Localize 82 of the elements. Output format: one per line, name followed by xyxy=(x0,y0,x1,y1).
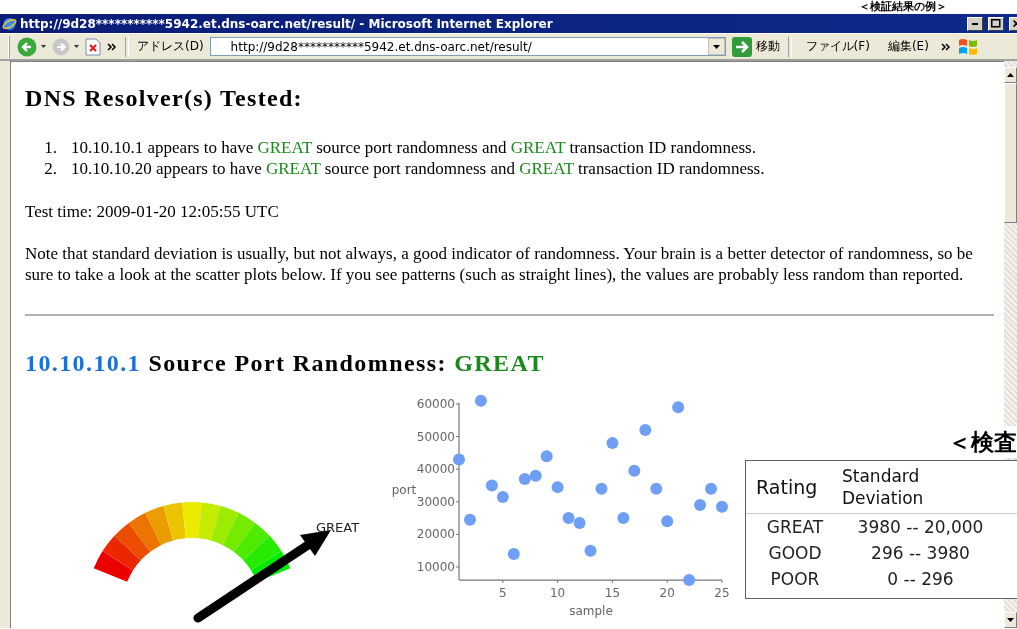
chevron-icon xyxy=(107,42,117,51)
data-point xyxy=(485,479,498,492)
data-point xyxy=(595,482,608,495)
axis-title: sample xyxy=(569,604,613,618)
data-point xyxy=(474,394,487,407)
data-point xyxy=(507,547,520,560)
caret-icon xyxy=(712,44,720,49)
caret-icon xyxy=(1007,618,1014,622)
column-header: Standard Deviation xyxy=(842,465,925,509)
data-point xyxy=(529,469,542,482)
data-point xyxy=(683,574,696,587)
table-cell-text: GREAT xyxy=(765,516,825,539)
data-point xyxy=(716,500,728,513)
table-cell-text: 0 -- 296 xyxy=(886,568,955,591)
data-point xyxy=(540,450,553,463)
minimize-icon xyxy=(972,22,978,25)
window-title: http://9d28***********5942.et.dns-oarc.net/result/ - Microsoft Internet Explorer xyxy=(20,16,554,31)
data-point xyxy=(705,482,718,495)
scroll-up-button[interactable] xyxy=(1004,67,1017,83)
axis-tick-label: 40000 xyxy=(416,462,455,477)
result-text: 10.10.10.20 appears to have GREAT source port randomness and GREAT transaction ID randomness. xyxy=(71,158,765,179)
axis-tick-label: 20000 xyxy=(416,527,455,542)
data-point xyxy=(639,424,652,437)
data-point xyxy=(672,401,685,414)
address-field[interactable]: http://9d28***********5942.et.dns-oarc.net/result/ xyxy=(209,37,726,56)
maximize-icon xyxy=(991,19,1001,28)
list-number: 2. xyxy=(43,158,57,179)
stop-icon xyxy=(85,37,101,56)
table-cell-text: 296 -- 3980 xyxy=(870,542,971,565)
address-label: アドレス(D) xyxy=(137,38,204,55)
axis-tick-label: 50000 xyxy=(416,429,455,444)
axis-title: port xyxy=(391,483,417,497)
list-number: 1. xyxy=(43,137,57,158)
dropdown-button[interactable] xyxy=(707,38,725,55)
page-heading: DNS Resolver(s) Tested: xyxy=(25,84,304,112)
back-button[interactable] xyxy=(17,36,46,57)
chevron-icon xyxy=(940,42,951,51)
data-point xyxy=(617,512,630,525)
data-point xyxy=(661,515,674,528)
table-cell-text: 3980 -- 20,000 xyxy=(856,516,985,539)
column-header: Rating xyxy=(756,476,819,498)
result-text: 10.10.10.1 appears to have GREAT source port randomness and GREAT transaction ID randomness. xyxy=(71,137,756,158)
axis-tick-label: 20 xyxy=(659,586,675,601)
go-button[interactable]: 移動 xyxy=(731,36,780,57)
data-point xyxy=(551,481,564,494)
table-cell-text: POOR xyxy=(769,568,821,591)
arrow-right-icon xyxy=(731,36,752,57)
data-point xyxy=(496,490,509,503)
axis-tick-label: 60000 xyxy=(416,397,455,411)
axis-tick-label: 25 xyxy=(714,586,730,601)
scroll-down-button[interactable] xyxy=(1004,612,1017,628)
note-paragraph: Note that standard deviation is usually, but not always, a good indicator of randomness. Your brain is a better detector of randomness, so be sure to take a look at the scatter plots below. If you see patterns (such as straight lines), the values are probably less random than reported. xyxy=(25,243,974,285)
section-heading: 10.10.10.1 Source Port Randomness: GREAT xyxy=(25,349,546,377)
browser-icon xyxy=(2,16,17,31)
data-point xyxy=(463,513,476,526)
annotation-text: ＜検証結果の例＞ xyxy=(859,0,947,14)
caret-icon xyxy=(41,44,46,49)
axis-tick-label: 10000 xyxy=(416,560,455,574)
menu-item[interactable]: 編集(E) xyxy=(881,38,935,55)
table-cell-text: GOOD xyxy=(767,542,823,565)
axis-tick-label: 30000 xyxy=(416,494,455,509)
data-point xyxy=(562,512,575,525)
menu-item[interactable]: ファイル(F) xyxy=(799,38,876,55)
axis-tick-label: 5 xyxy=(499,586,507,601)
scroll-thumb[interactable] xyxy=(1004,83,1017,223)
maximize-button[interactable] xyxy=(988,16,1004,31)
data-point xyxy=(584,544,597,557)
gauge-label: GREAT xyxy=(316,520,360,535)
data-point xyxy=(628,464,641,477)
data-point xyxy=(573,517,586,529)
data-point xyxy=(518,473,531,485)
caret-icon xyxy=(74,44,79,49)
test-time: Test time: 2009-01-20 12:05:55 UTC xyxy=(25,201,280,222)
axis-tick-label: 15 xyxy=(604,586,621,601)
caret-icon xyxy=(1007,73,1014,77)
data-point xyxy=(606,437,619,450)
axis-tick-label: 10 xyxy=(550,586,566,601)
data-point xyxy=(453,453,465,466)
minimize-button[interactable] xyxy=(967,16,983,31)
stop-button[interactable] xyxy=(85,37,101,56)
data-point xyxy=(694,499,707,512)
data-point xyxy=(650,482,663,495)
